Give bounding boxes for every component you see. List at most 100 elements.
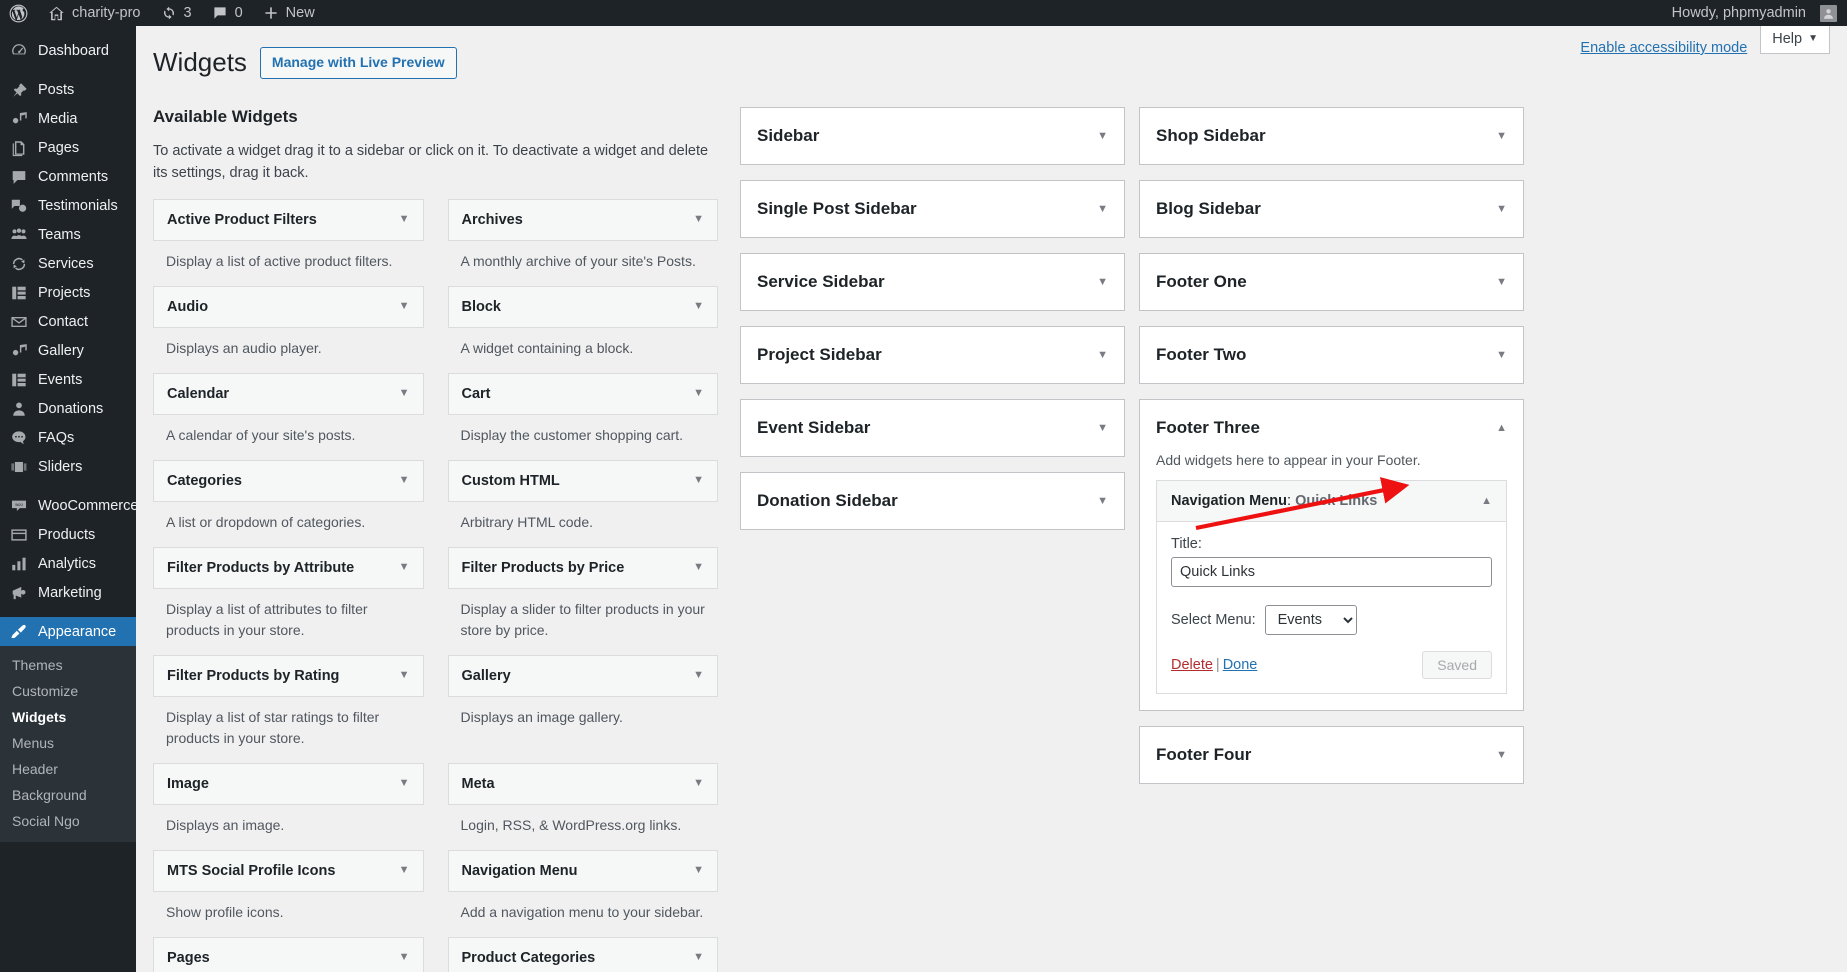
chevron-down-icon[interactable]: ▼ [1496,276,1507,288]
manage-with-live-preview-button[interactable]: Manage with Live Preview [259,47,457,79]
sidebar-item-dashboard[interactable]: Dashboard [0,36,136,65]
sidebar-item-testimonials[interactable]: Testimonials [0,191,136,220]
submenu-item-customize[interactable]: Customize [0,678,136,704]
widget-title-input[interactable] [1171,557,1492,587]
available-widget-header[interactable]: Cart ▼ [447,372,718,415]
sidebar-item-gallery[interactable]: Gallery [0,336,136,365]
sidebar-item-woocommerce[interactable]: woo WooCommerce [0,491,136,520]
sidebar-header[interactable]: Sidebar ▼ [741,108,1124,164]
chevron-down-icon[interactable]: ▼ [1097,422,1108,434]
submenu-item-header[interactable]: Header [0,756,136,782]
chevron-down-icon[interactable]: ▼ [1097,349,1108,361]
available-widget-header[interactable]: Audio ▼ [153,285,424,328]
site-name-menu[interactable]: charity-pro [38,0,151,26]
available-widget-header[interactable]: Filter Products by Attribute ▼ [153,546,424,589]
chevron-down-icon[interactable]: ▼ [1097,276,1108,288]
sidebar-header[interactable]: Event Sidebar ▼ [741,400,1124,456]
sidebar-header-footer-four[interactable]: Footer Four ▼ [1140,727,1523,783]
chevron-down-icon[interactable]: ▼ [399,475,410,486]
available-widget-header[interactable]: Navigation Menu ▼ [447,849,718,892]
chevron-down-icon[interactable]: ▼ [1496,749,1507,761]
sidebar-item-donations[interactable]: Donations [0,394,136,423]
available-widget-header[interactable]: Filter Products by Rating ▼ [153,654,424,697]
chevron-down-icon[interactable]: ▼ [1097,203,1108,215]
chevron-up-icon[interactable]: ▲ [1496,422,1507,434]
sidebar-header-blog-sidebar[interactable]: Blog Sidebar ▼ [1140,181,1523,237]
sidebar-item-projects[interactable]: Projects [0,278,136,307]
chevron-down-icon[interactable]: ▼ [1496,130,1507,142]
chevron-down-icon[interactable]: ▼ [1496,203,1507,215]
sidebar-item-posts[interactable]: Posts [0,75,136,104]
sidebar-header-footer-three[interactable]: Footer Three ▲ [1140,400,1523,456]
comments-menu[interactable]: 0 [202,0,253,26]
new-content-menu[interactable]: New [253,0,325,26]
chevron-down-icon[interactable]: ▼ [1496,349,1507,361]
sidebar-item-contact[interactable]: Contact [0,307,136,336]
chevron-down-icon[interactable]: ▼ [693,475,704,486]
submenu-item-social-ngo[interactable]: Social Ngo [0,808,136,834]
sidebar-item-events[interactable]: Events [0,365,136,394]
chevron-up-icon[interactable]: ▲ [1481,495,1492,507]
chevron-down-icon[interactable]: ▼ [693,301,704,312]
delete-link[interactable]: Delete [1171,657,1213,673]
sidebar-header-footer-two[interactable]: Footer Two ▼ [1140,327,1523,383]
sidebar-item-sliders[interactable]: Sliders [0,452,136,481]
available-widget-header[interactable]: Active Product Filters ▼ [153,198,424,241]
chevron-down-icon[interactable]: ▼ [693,670,704,681]
available-widget-header[interactable]: Calendar ▼ [153,372,424,415]
chevron-down-icon[interactable]: ▼ [399,778,410,789]
available-widget-header[interactable]: Product Categories ▼ [447,936,718,972]
available-widget-header[interactable]: Image ▼ [153,762,424,805]
sidebar-header-footer-one[interactable]: Footer One ▼ [1140,254,1523,310]
available-widget-header[interactable]: MTS Social Profile Icons ▼ [153,849,424,892]
submenu-item-widgets[interactable]: Widgets [0,704,136,730]
sidebar-item-teams[interactable]: Teams [0,220,136,249]
sidebar-header-shop-sidebar[interactable]: Shop Sidebar ▼ [1140,108,1523,164]
chevron-down-icon[interactable]: ▼ [399,214,410,225]
sidebar-item-faqs[interactable]: FAQs [0,423,136,452]
chevron-down-icon[interactable]: ▼ [1097,130,1108,142]
wordpress-logo-menu[interactable] [0,0,38,26]
sidebar-item-appearance[interactable]: Appearance [0,617,136,646]
available-widget-header[interactable]: Archives ▼ [447,198,718,241]
chevron-down-icon[interactable]: ▼ [693,214,704,225]
updates-menu[interactable]: 3 [151,0,202,26]
chevron-down-icon[interactable]: ▼ [693,388,704,399]
available-widget-header[interactable]: Pages ▼ [153,936,424,972]
chevron-down-icon[interactable]: ▼ [399,301,410,312]
sidebar-item-products[interactable]: Products [0,520,136,549]
sidebar-header[interactable]: Donation Sidebar ▼ [741,473,1124,529]
submenu-item-background[interactable]: Background [0,782,136,808]
sidebar-item-comments[interactable]: Comments [0,162,136,191]
chevron-down-icon[interactable]: ▼ [399,562,410,573]
available-widget-header[interactable]: Gallery ▼ [447,654,718,697]
chevron-down-icon[interactable]: ▼ [693,562,704,573]
chevron-down-icon[interactable]: ▼ [399,952,410,963]
sidebar-item-services[interactable]: Services [0,249,136,278]
sidebar-header[interactable]: Service Sidebar ▼ [741,254,1124,310]
my-account-menu[interactable]: Howdy, phpmyadmin [1663,0,1847,26]
chevron-down-icon[interactable]: ▼ [693,952,704,963]
chevron-down-icon[interactable]: ▼ [399,388,410,399]
sidebar-item-analytics[interactable]: Analytics [0,549,136,578]
sidebar-item-media[interactable]: Media [0,104,136,133]
help-tab-button[interactable]: Help ▼ [1760,26,1830,54]
sidebar-header[interactable]: Project Sidebar ▼ [741,327,1124,383]
chevron-down-icon[interactable]: ▼ [693,778,704,789]
available-widget-header[interactable]: Filter Products by Price ▼ [447,546,718,589]
submenu-item-menus[interactable]: Menus [0,730,136,756]
chevron-down-icon[interactable]: ▼ [1097,495,1108,507]
available-widget-header[interactable]: Custom HTML ▼ [447,459,718,502]
chevron-down-icon[interactable]: ▼ [399,865,410,876]
sidebar-item-marketing[interactable]: Marketing [0,578,136,607]
widget-header[interactable]: Navigation Menu: Quick Links ▲ [1157,481,1506,522]
available-widget-header[interactable]: Block ▼ [447,285,718,328]
submenu-item-themes[interactable]: Themes [0,652,136,678]
chevron-down-icon[interactable]: ▼ [693,865,704,876]
chevron-down-icon[interactable]: ▼ [399,670,410,681]
sidebar-header[interactable]: Single Post Sidebar ▼ [741,181,1124,237]
select-menu-dropdown[interactable]: Events [1264,605,1357,635]
sidebar-item-pages[interactable]: Pages [0,133,136,162]
enable-accessibility-mode-link[interactable]: Enable accessibility mode [1580,35,1747,56]
done-link[interactable]: Done [1223,657,1258,673]
